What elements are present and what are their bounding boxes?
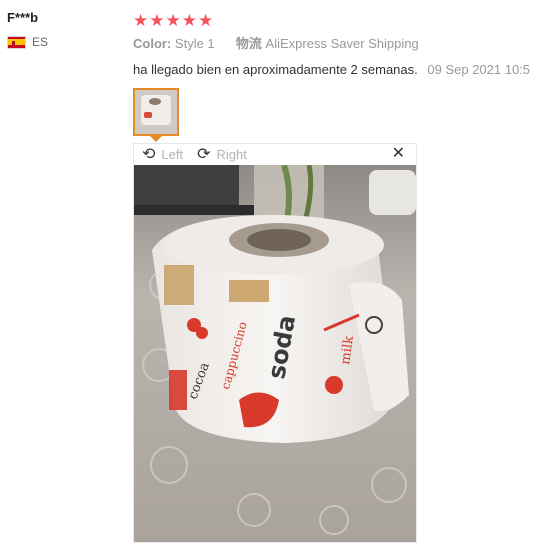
star-icon: ★ [149,10,165,30]
star-rating: ★ ★ ★ ★ ★ [133,10,540,30]
star-icon: ★ [181,10,197,30]
review-text: ha llegado bien en aproximadamente 2 sem… [133,62,418,77]
rotate-right-button[interactable]: ⟳ Right [197,145,247,163]
rotate-left-icon: ⟲ [142,145,156,163]
star-icon: ★ [165,10,181,30]
color-value: Style 1 [174,36,215,51]
shipping-label: 物流 [235,36,262,51]
star-icon: ★ [198,10,214,30]
reviewer-name: F***b [7,10,39,25]
reviewer-info: F***b ES [7,10,117,49]
viewer-toolbar: ⟲ Left ⟳ Right ✕ [134,144,416,165]
country-code: ES [32,35,49,49]
order-info: Color: Style 1 物流 AliExpress Saver Shipp… [133,35,540,53]
photo-viewer: ⟲ Left ⟳ Right ✕ cocoa cappuccino soda m… [133,143,417,543]
review-text-row: ha llegado bien en aproximadamente 2 sem… [133,61,540,79]
rotate-left-label: Left [161,147,184,162]
spain-flag-icon [7,35,26,49]
review-date: 09 Sep 2021 10:5 [427,62,531,77]
thumbnail-caret [150,136,162,142]
close-icon[interactable]: ✕ [392,145,405,163]
review-photo: cocoa cappuccino soda milk [134,165,416,542]
rotate-left-button[interactable]: ⟲ Left [142,145,184,163]
reviewer-country: ES [7,35,117,49]
shipping-value: AliExpress Saver Shipping [265,36,419,51]
color-label: Color: [133,36,172,51]
rotate-right-label: Right [216,147,247,162]
rotate-right-icon: ⟳ [197,145,211,163]
review-photo-thumbnail[interactable] [133,88,179,136]
star-icon: ★ [133,10,149,30]
review-body: ★ ★ ★ ★ ★ Color: Style 1 物流 AliExpress S… [133,10,540,79]
